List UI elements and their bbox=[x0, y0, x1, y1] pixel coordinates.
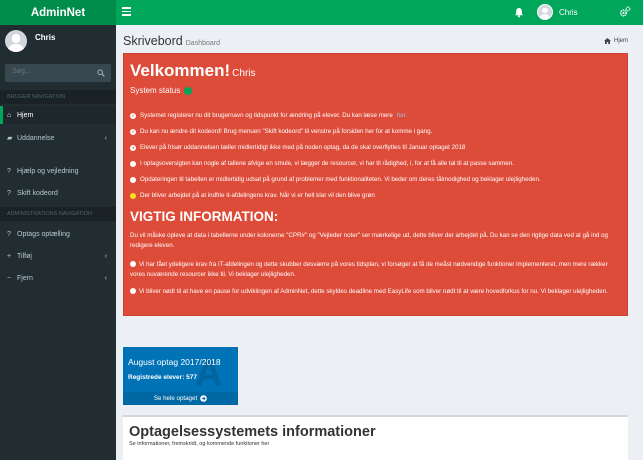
search-input[interactable] bbox=[12, 68, 92, 75]
graduation-icon: ▰ bbox=[7, 135, 13, 142]
list-item: ✔ Du kan nu ændre dit kodeord! Brug menu… bbox=[130, 128, 432, 135]
sidebar-user-name: Chris bbox=[35, 33, 56, 42]
bullet-text: Elever på frisør uddannelsen tæller midl… bbox=[140, 144, 466, 151]
status-indicator-icon bbox=[184, 86, 193, 95]
bullet-text: Opdateringen til tabellen er midlertidig… bbox=[140, 176, 541, 183]
sidebar-item-label: Skift kodeord bbox=[17, 189, 58, 197]
yellow-circle-icon bbox=[130, 192, 136, 199]
user-menu[interactable]: Chris bbox=[537, 4, 578, 20]
page-title-text: Skrivebord bbox=[123, 34, 183, 48]
chevron-left-icon: ‹ bbox=[104, 252, 107, 260]
bullet-text: Der bliver arbejdet på at indfrie it-afd… bbox=[140, 192, 375, 199]
breadcrumb-home[interactable]: Hjem bbox=[614, 38, 628, 44]
page-subtitle: Dashboard bbox=[185, 40, 220, 47]
list-item: ➜ Elever på frisør uddannelsen tæller mi… bbox=[130, 144, 465, 151]
sidebar-item-hjem[interactable]: ⌂ Hjem bbox=[0, 106, 116, 124]
top-navbar: Chris bbox=[116, 0, 643, 25]
breadcrumb[interactable]: Hjem bbox=[604, 38, 628, 44]
bullet-text: Systemet registerer nu dit brugernavn og… bbox=[140, 112, 393, 119]
sidebar-item-fjern[interactable]: − Fjern ‹ bbox=[0, 269, 116, 287]
circle-icon bbox=[130, 261, 136, 267]
see-all-intake-link[interactable]: Se hele optaget bbox=[123, 392, 238, 405]
question-icon: ? bbox=[7, 189, 11, 197]
check-circle-icon: ✔ bbox=[130, 128, 136, 135]
sidebar-item-hjaelp[interactable]: ? Hjælp og vejledning bbox=[0, 162, 116, 180]
check-circle-icon: ✔ bbox=[130, 112, 136, 119]
arrow-circle-icon: ➜ bbox=[130, 144, 136, 151]
sidebar-item-tilfoej[interactable]: + Tilføj ‹ bbox=[0, 247, 116, 265]
arrow-circle-right-icon bbox=[200, 395, 207, 402]
system-status: System status bbox=[130, 86, 193, 95]
sidebar-item-label: Fjern bbox=[17, 274, 33, 282]
app-logo[interactable]: AdminNet bbox=[0, 0, 116, 25]
circle-icon bbox=[130, 288, 136, 294]
welcome-box: Velkommen! Chris System status ✔ Systemet… bbox=[123, 53, 628, 316]
sidebar-search bbox=[5, 64, 111, 82]
important-heading: VIGTIG INFORMATION: bbox=[130, 209, 279, 224]
important-paragraph: Vi har fået ydeligere krav fra IT-afdeli… bbox=[130, 260, 624, 279]
sidebar-item-label: Hjælp og vejledning bbox=[17, 167, 79, 175]
sidebar-item-label: Optags optælling bbox=[17, 230, 70, 238]
list-item: ✔ Systemet registerer nu dit brugernavn … bbox=[130, 112, 407, 119]
circle-icon bbox=[130, 176, 136, 183]
footer-label: Se hele optaget bbox=[153, 395, 198, 402]
paragraph-text: Vi bliver nødt til at have en pause for … bbox=[139, 288, 608, 295]
info-box: Optagelsessystemets informationer Se inf… bbox=[123, 415, 628, 460]
important-paragraph: Du vil måske opleve at data i tabellerne… bbox=[130, 232, 608, 249]
paragraph-text: Vi har fået ydeligere krav fra IT-afdeli… bbox=[130, 261, 608, 278]
home-icon bbox=[604, 38, 611, 44]
chevron-left-icon: ‹ bbox=[104, 134, 107, 142]
question-icon: ? bbox=[7, 230, 11, 238]
welcome-heading: Velkommen! Chris bbox=[130, 61, 256, 81]
sidebar: Chris BRUGER NAVIGATION ⌂ Hjem ▰ Uddanne… bbox=[0, 25, 116, 460]
user-name: Chris bbox=[559, 7, 578, 17]
sidebar-toggle-icon[interactable] bbox=[122, 7, 131, 17]
gears-icon[interactable] bbox=[619, 6, 631, 18]
list-item: I optagsoversigten kan nogle af tallene … bbox=[130, 160, 514, 167]
system-status-label: System status bbox=[130, 86, 181, 95]
stat-title: August optag 2017/2018 bbox=[128, 357, 221, 367]
welcome-text: Velkommen! bbox=[130, 61, 231, 80]
nav-header-admin: ADMINISTRATIONS NAVIGATION bbox=[0, 207, 116, 221]
minus-icon: − bbox=[7, 274, 12, 282]
sidebar-item-label: Hjem bbox=[17, 111, 34, 119]
read-more-link[interactable]: her. bbox=[397, 112, 407, 119]
circle-icon bbox=[130, 160, 136, 167]
sidebar-item-skift-kodeord[interactable]: ? Skift kodeord bbox=[0, 184, 116, 202]
search-icon[interactable] bbox=[97, 69, 105, 77]
page-title: Skrivebord Dashboard bbox=[123, 34, 220, 48]
bullet-text: Du kan nu ændre dit kodeord! Brug menuen… bbox=[140, 128, 433, 135]
plus-icon: + bbox=[7, 252, 12, 260]
chevron-left-icon: ‹ bbox=[104, 274, 107, 282]
important-paragraph: Vi bliver nødt til at have en pause for … bbox=[130, 287, 624, 297]
bell-icon[interactable] bbox=[514, 7, 524, 18]
intake-stat-box: A August optag 2017/2018 Registrede elev… bbox=[123, 347, 238, 405]
user-panel: Chris bbox=[0, 25, 116, 61]
question-icon: ? bbox=[7, 167, 11, 175]
avatar bbox=[537, 4, 553, 20]
list-item: Opdateringen til tabellen er midlertidig… bbox=[130, 176, 541, 183]
avatar bbox=[5, 30, 27, 52]
bullet-text: I optagsoversigten kan nogle af tallene … bbox=[140, 160, 514, 167]
sidebar-item-uddannelse[interactable]: ▰ Uddannelse ‹ bbox=[0, 129, 116, 147]
home-icon: ⌂ bbox=[7, 111, 12, 119]
info-box-subtitle: Se informationer, fremskridt, og kommend… bbox=[129, 441, 270, 447]
sidebar-item-optags-optaelling[interactable]: ? Optags optælling bbox=[0, 225, 116, 243]
sidebar-item-label: Uddannelse bbox=[17, 134, 55, 142]
list-item: Der bliver arbejdet på at indfrie it-afd… bbox=[130, 192, 375, 199]
info-box-title: Optagelsessystemets informationer bbox=[129, 424, 376, 440]
nav-header-main: BRUGER NAVIGATION bbox=[0, 90, 116, 104]
stat-count: Registrede elever: 577 bbox=[128, 374, 198, 381]
sidebar-item-label: Tilføj bbox=[17, 252, 32, 260]
welcome-user-name: Chris bbox=[232, 68, 256, 79]
